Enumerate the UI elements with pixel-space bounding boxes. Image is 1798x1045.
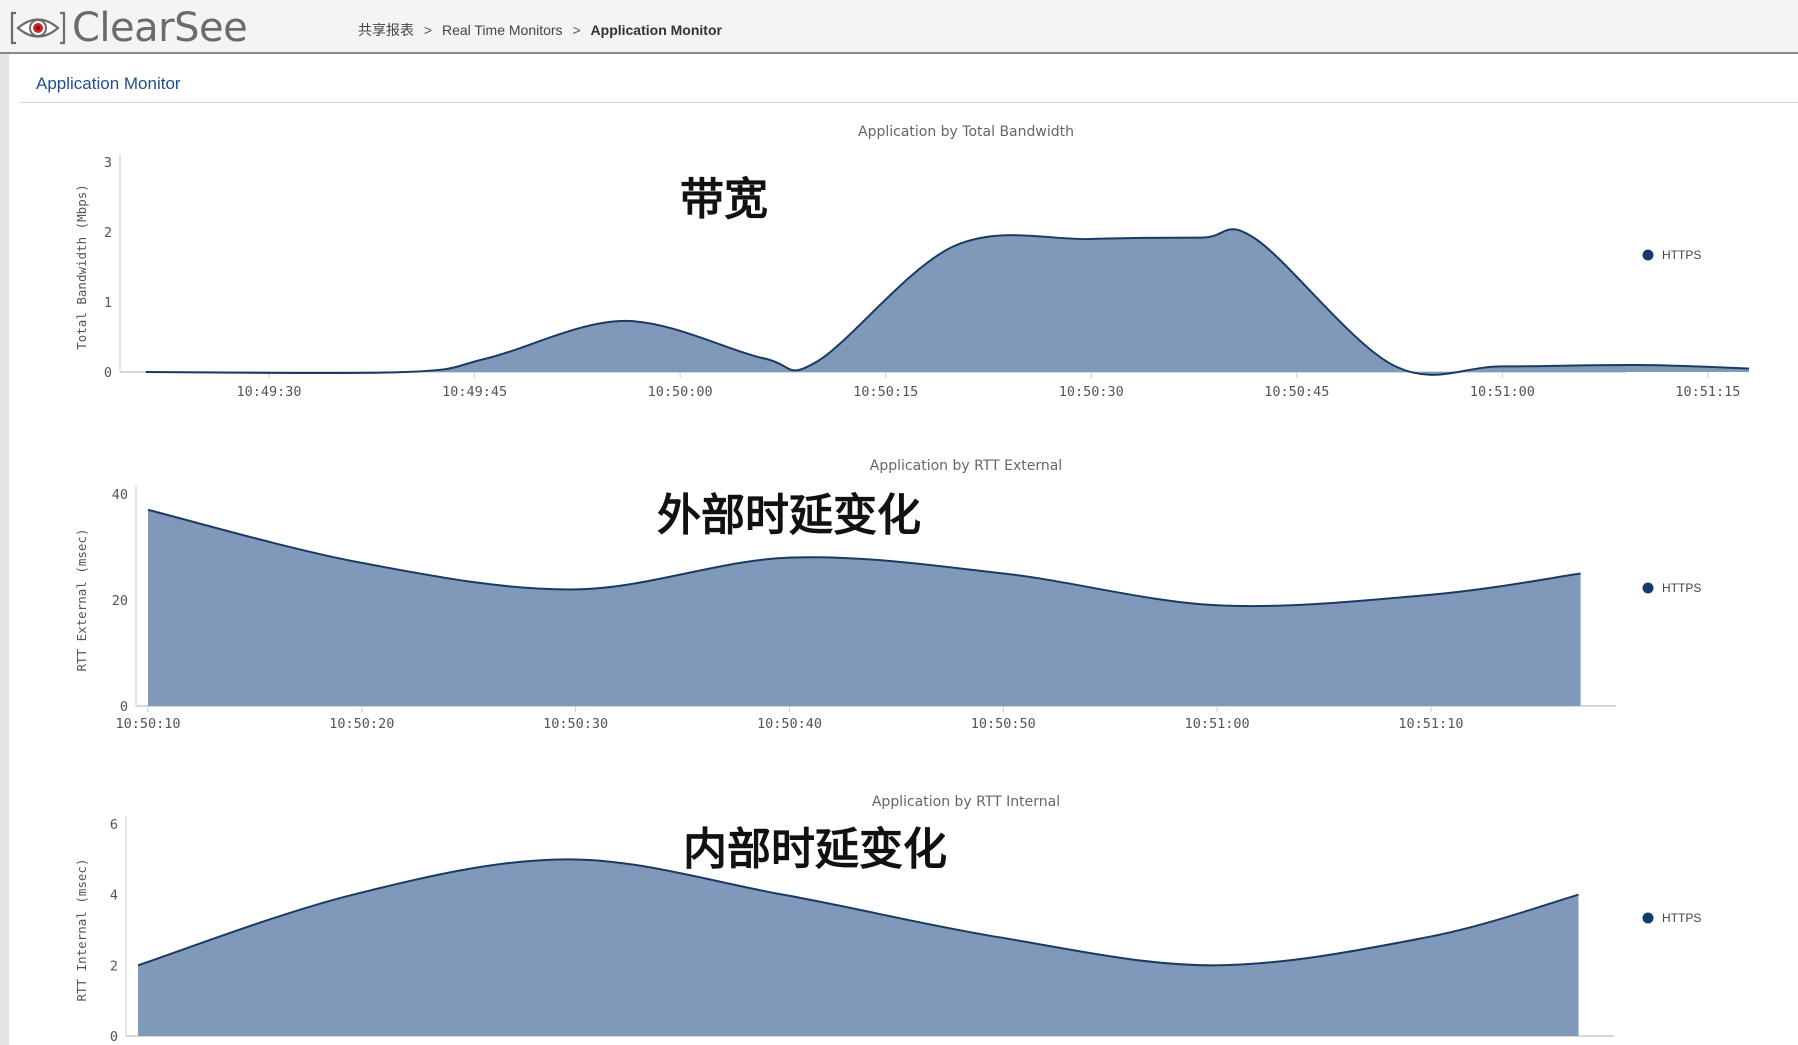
x-tick-label: 10:50:20 <box>329 716 394 732</box>
legend-dot <box>1642 249 1654 261</box>
breadcrumb: 共享报表 > Real Time Monitors > Application … <box>358 20 722 40</box>
section-divider <box>20 102 1798 103</box>
legend-dot <box>1642 912 1654 924</box>
x-tick-label: 10:49:30 <box>237 384 302 400</box>
x-tick-label: 10:50:40 <box>757 716 822 732</box>
chart-rtt-internal: Application by RTT Internal RTT Internal … <box>0 772 1798 1045</box>
y-tick-label: 0 <box>110 1029 118 1045</box>
breadcrumb-separator: > <box>572 22 581 38</box>
chart-rtt-external: Application by RTT External RTT External … <box>0 442 1798 742</box>
y-tick-label: 0 <box>104 365 112 381</box>
x-tick-label: 10:51:15 <box>1675 384 1740 400</box>
breadcrumb-item-real-time-monitors[interactable]: Real Time Monitors <box>442 22 563 38</box>
y-tick-label: 20 <box>112 593 128 609</box>
y-tick-label: 2 <box>110 958 118 974</box>
app-name: ClearSee <box>72 5 248 51</box>
chart-svg: Application by RTT External RTT External … <box>74 458 1701 732</box>
x-tick-label: 10:51:00 <box>1185 716 1250 732</box>
top-header: ClearSee 共享报表 > Real Time Monitors > App… <box>0 0 1798 54</box>
x-tick-label: 10:51:10 <box>1398 716 1463 732</box>
legend-label-https: HTTPS <box>1662 581 1701 595</box>
x-tick-label: 10:50:15 <box>853 384 918 400</box>
legend-label-https: HTTPS <box>1662 248 1701 262</box>
chart-svg: Application by RTT Internal RTT Internal … <box>74 794 1701 1045</box>
y-tick-label: 6 <box>110 817 118 833</box>
y-tick-label: 40 <box>112 487 128 503</box>
breadcrumb-separator: > <box>423 22 433 38</box>
legend-label-https: HTTPS <box>1662 911 1701 925</box>
y-axis-label: RTT Internal (msec) <box>74 859 89 1002</box>
x-tick-label: 10:51:00 <box>1470 384 1535 400</box>
chart-total-bandwidth: Application by Total Bandwidth Total Band… <box>0 110 1798 410</box>
chart-annotation: 内部时延变化 <box>683 824 947 875</box>
app-logo[interactable]: ClearSee <box>10 5 248 51</box>
y-axis-label: RTT External (msec) <box>74 529 89 672</box>
chart-title: Application by RTT External <box>870 458 1062 474</box>
x-tick-label: 10:50:00 <box>648 384 713 400</box>
chart-title: Application by Total Bandwidth <box>858 124 1074 140</box>
x-tick-label: 10:49:45 <box>442 384 507 400</box>
series-area-https <box>138 859 1579 1036</box>
x-tick-label: 10:50:45 <box>1264 384 1329 400</box>
chart-svg: Application by Total Bandwidth Total Band… <box>74 124 1750 400</box>
chart-title: Application by RTT Internal <box>872 794 1060 810</box>
chart-annotation: 外部时延变化 <box>657 490 921 541</box>
y-tick-label: 2 <box>104 225 112 241</box>
chart-annotation: 带宽 <box>680 174 768 225</box>
x-tick-label: 10:50:50 <box>971 716 1036 732</box>
y-tick-label: 0 <box>120 699 128 715</box>
x-tick-label: 10:50:10 <box>115 716 180 732</box>
legend-dot <box>1642 582 1654 594</box>
y-tick-label: 3 <box>104 155 112 171</box>
y-axis-label: Total Bandwidth (Mbps) <box>74 184 89 350</box>
breadcrumb-item-shared-reports[interactable]: 共享报表 <box>358 22 414 38</box>
section-title: Application Monitor <box>36 74 181 93</box>
y-tick-label: 1 <box>104 295 112 311</box>
x-tick-label: 10:50:30 <box>543 716 608 732</box>
series-area-https <box>145 229 1750 375</box>
x-tick-label: 10:50:30 <box>1059 384 1124 400</box>
app-window: ClearSee 共享报表 > Real Time Monitors > App… <box>0 0 1798 1045</box>
eye-icon <box>10 11 66 45</box>
y-tick-label: 4 <box>110 888 118 904</box>
breadcrumb-item-current: Application Monitor <box>590 22 722 38</box>
